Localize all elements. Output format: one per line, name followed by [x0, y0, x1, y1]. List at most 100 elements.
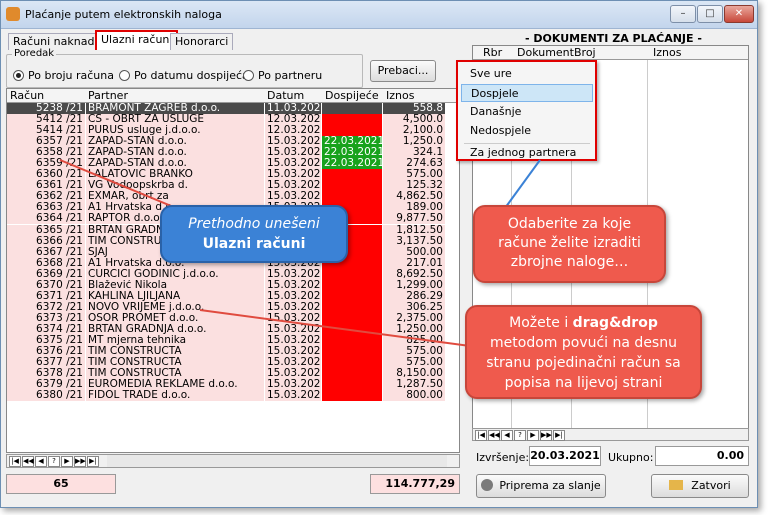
cell-partner: EXMAR, obrt za — [86, 191, 264, 203]
cell-racun: 6375 /21 — [7, 334, 85, 346]
table-row[interactable]: 6362 /21EXMAR, obrt za15.03.2021 4,862.50 — [7, 191, 459, 203]
table-row[interactable]: 6372 /21NOVO VRIJEME j.d.o.o.15.03.2021 3… — [7, 301, 459, 313]
nav-help-icon[interactable]: ? — [514, 430, 526, 441]
cell-datum: 15.03.2021 — [265, 357, 321, 369]
cell-racun: 5414 /21 — [7, 125, 85, 137]
nav-last-icon[interactable]: ▶| — [553, 430, 565, 441]
invoice-grid[interactable]: Račun Partner Datum Dospijeće Iznos 5238… — [6, 88, 460, 453]
cell-iznos: 575.00 — [383, 357, 445, 369]
tab-honorarci[interactable]: Honorarci — [170, 33, 234, 50]
col-broj[interactable]: Broj — [574, 46, 596, 59]
right-panel-title: - DOKUMENTI ZA PLAĆANJE - — [525, 32, 702, 45]
nav-help-icon[interactable]: ? — [48, 456, 60, 467]
cell-iznos: 274.63 — [383, 158, 445, 170]
cell-racun: 6359 /21 — [7, 158, 85, 170]
cell-datum: 15.03.2021 — [265, 346, 321, 358]
cell-datum: 15.03.2021 — [265, 136, 321, 148]
col-dokument[interactable]: Dokument — [517, 46, 574, 59]
cell-iznos: 2,375.00 — [383, 312, 445, 324]
nav-first-icon[interactable]: |◀ — [9, 456, 21, 467]
radio-po-broju[interactable]: Po broju računa — [13, 69, 114, 82]
col-dospijece[interactable]: Dospijeće — [325, 89, 379, 102]
table-row[interactable]: 6358 /21ZAPAD-STAN d.o.o.15.03.202122.03… — [7, 147, 459, 159]
table-row[interactable]: 6378 /21TIM CONSTRUCTA15.03.2021 8,150.00 — [7, 368, 459, 380]
cell-datum: 11.03.2021 — [265, 103, 321, 114]
table-row[interactable]: 6369 /21 ĆURČIĆI GODINIĆ j.d.o.o. 15.03.20… — [7, 268, 459, 280]
cell-iznos: 189.00 — [383, 202, 445, 214]
table-row[interactable]: 6380 /21FIDOL TRADE d.o.o.15.03.2021 800.… — [7, 390, 459, 402]
nav-prev-page-icon[interactable]: ◀◀ — [22, 456, 34, 467]
table-row[interactable]: 6379 /21 EUROMEDIA REKLAME d.o.o. 15.03.20… — [7, 379, 459, 391]
cell-racun: 6374 /21 — [7, 323, 85, 335]
horizontal-scrollbar[interactable] — [107, 455, 447, 467]
col-partner[interactable]: Partner — [88, 89, 128, 102]
title-bar: Plaćanje putem elektronskih naloga – □ ✕ — [1, 1, 757, 29]
cell-iznos: 558.8 — [383, 103, 445, 114]
nav-next-icon[interactable]: ▶ — [61, 456, 73, 467]
radio-po-datumu[interactable]: Po datumu dospijeća — [119, 69, 249, 82]
right-grid-header: Rbr Dokument Broj Iznos — [473, 46, 748, 60]
cell-dospijece — [322, 368, 382, 380]
cell-partner: PURUS usluge j.d.o.o. — [86, 125, 264, 137]
table-row[interactable]: 6375 /21MT mjerna tehnika15.03.2021 825.0… — [7, 334, 459, 346]
table-row[interactable]: 6360 /21LALATOVIĆ BRANKO15.03.2021 575.00 — [7, 169, 459, 181]
callout-text: Prethodno unešeni — [188, 216, 320, 232]
close-button[interactable]: ✕ — [724, 5, 754, 23]
menu-item-nedospjele[interactable]: Nedospjele — [461, 122, 593, 140]
menu-item-danasnje[interactable]: Današnje — [461, 103, 593, 121]
cell-iznos: 8,150.00 — [383, 368, 445, 380]
table-row[interactable]: 6357 /21ZAPAD-STAN d.o.o.15.03.202122.03… — [7, 136, 459, 148]
cell-datum: 12.03.2021 — [265, 125, 321, 137]
nav-prev-icon[interactable]: ◀ — [35, 456, 47, 467]
table-row[interactable]: 5414 /21PURUS usluge j.d.o.o.12.03.2021 2… — [7, 125, 459, 137]
col-iznos[interactable]: Iznos — [386, 89, 414, 102]
cell-racun: 6376 /21 — [7, 346, 85, 358]
cell-racun: 6370 /21 — [7, 279, 85, 291]
cell-iznos: 800.00 — [383, 390, 445, 402]
priprema-button[interactable]: Priprema za slanje — [476, 474, 606, 498]
table-row[interactable]: 6377 /21TIM CONSTRUCTA15.03.2021 575.00 — [7, 357, 459, 369]
table-row[interactable]: 5238 /21BRAMONT ZAGREB d.o.o.11.03.2021 5… — [7, 103, 459, 114]
nav-prev-page-icon[interactable]: ◀◀ — [488, 430, 500, 441]
table-row[interactable]: 6359 /21ZAPAD-STAN d.o.o.15.03.202122.03… — [7, 158, 459, 170]
col-racun[interactable]: Račun — [10, 89, 44, 102]
nav-next-page-icon[interactable]: ▶▶ — [540, 430, 552, 441]
table-row[interactable]: 6370 /21Blažević Nikola15.03.2021 1,299.0… — [7, 279, 459, 291]
cell-racun: 6373 /21 — [7, 312, 85, 324]
table-row[interactable]: 6371 /21KAHLINA LJILJANA15.03.2021 286.29 — [7, 290, 459, 302]
nav-next-icon[interactable]: ▶ — [527, 430, 539, 441]
col-datum[interactable]: Datum — [267, 89, 304, 102]
cell-iznos: 1,287.50 — [383, 379, 445, 391]
prebaci-button[interactable]: Prebaci... — [370, 60, 436, 82]
nav-next-page-icon[interactable]: ▶▶ — [74, 456, 86, 467]
table-row[interactable]: 5412 /21CS - OBRT ZA USLUGE12.03.2021 4,5… — [7, 114, 459, 126]
cell-partner: EUROMEDIA REKLAME d.o.o. — [86, 379, 264, 391]
maximize-button[interactable]: □ — [697, 5, 723, 23]
radio-po-partneru[interactable]: Po partneru — [243, 69, 322, 82]
folder-icon — [669, 480, 684, 490]
callout-odaberite: Odaberite za koje račune želite izraditi… — [473, 205, 666, 283]
table-row[interactable]: 6373 /21OSOR PROMET d.o.o.15.03.2021 2,37… — [7, 312, 459, 324]
cell-datum: 15.03.2021 — [265, 279, 321, 291]
zatvori-button[interactable]: Zatvori — [651, 474, 749, 498]
tab-ulazni-racuni[interactable]: Ulazni računi — [95, 30, 179, 50]
nav-first-icon[interactable]: |◀ — [475, 430, 487, 441]
izvrsenje-date-field[interactable]: 20.03.2021 — [529, 446, 601, 466]
table-row[interactable]: 6374 /21BRTAN GRADNJA d.o.o.15.03.2021 1,… — [7, 323, 459, 335]
cell-iznos: 4,500.0 — [383, 114, 445, 126]
menu-item-dospjele[interactable]: Dospjele — [461, 84, 593, 102]
minimize-button[interactable]: – — [670, 5, 696, 23]
table-row[interactable]: 6376 /21TIM CONSTRUCTA15.03.2021 575.00 — [7, 346, 459, 358]
menu-item-sve[interactable]: Sve ure — [461, 65, 593, 83]
cell-partner: TIM CONSTRUCTA — [86, 346, 264, 358]
nav-prev-icon[interactable]: ◀ — [501, 430, 513, 441]
cell-dospijece: 22.03.2021 — [322, 136, 382, 148]
menu-item-jednog-partnera[interactable]: Za jednog partnera — [461, 144, 593, 162]
nav-last-icon[interactable]: ▶| — [87, 456, 99, 467]
table-row[interactable]: 6361 /21VG Vodoopskrba d.15.03.2021 125.3… — [7, 180, 459, 192]
cell-partner: ZAPAD-STAN d.o.o. — [86, 136, 264, 148]
col-rbr[interactable]: Rbr — [483, 46, 502, 59]
cell-dospijece — [322, 334, 382, 346]
cell-iznos: 575.00 — [383, 346, 445, 358]
col-iznos-right[interactable]: Iznos — [653, 46, 681, 59]
